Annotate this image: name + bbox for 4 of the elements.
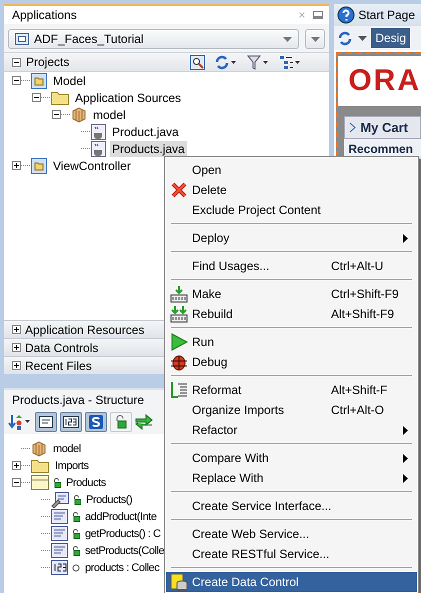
panel-title: Products.java - Structure <box>12 393 144 407</box>
section-title: Projects <box>26 55 70 69</box>
logo: ORA <box>348 64 421 98</box>
panel-title: Applications <box>12 8 78 22</box>
